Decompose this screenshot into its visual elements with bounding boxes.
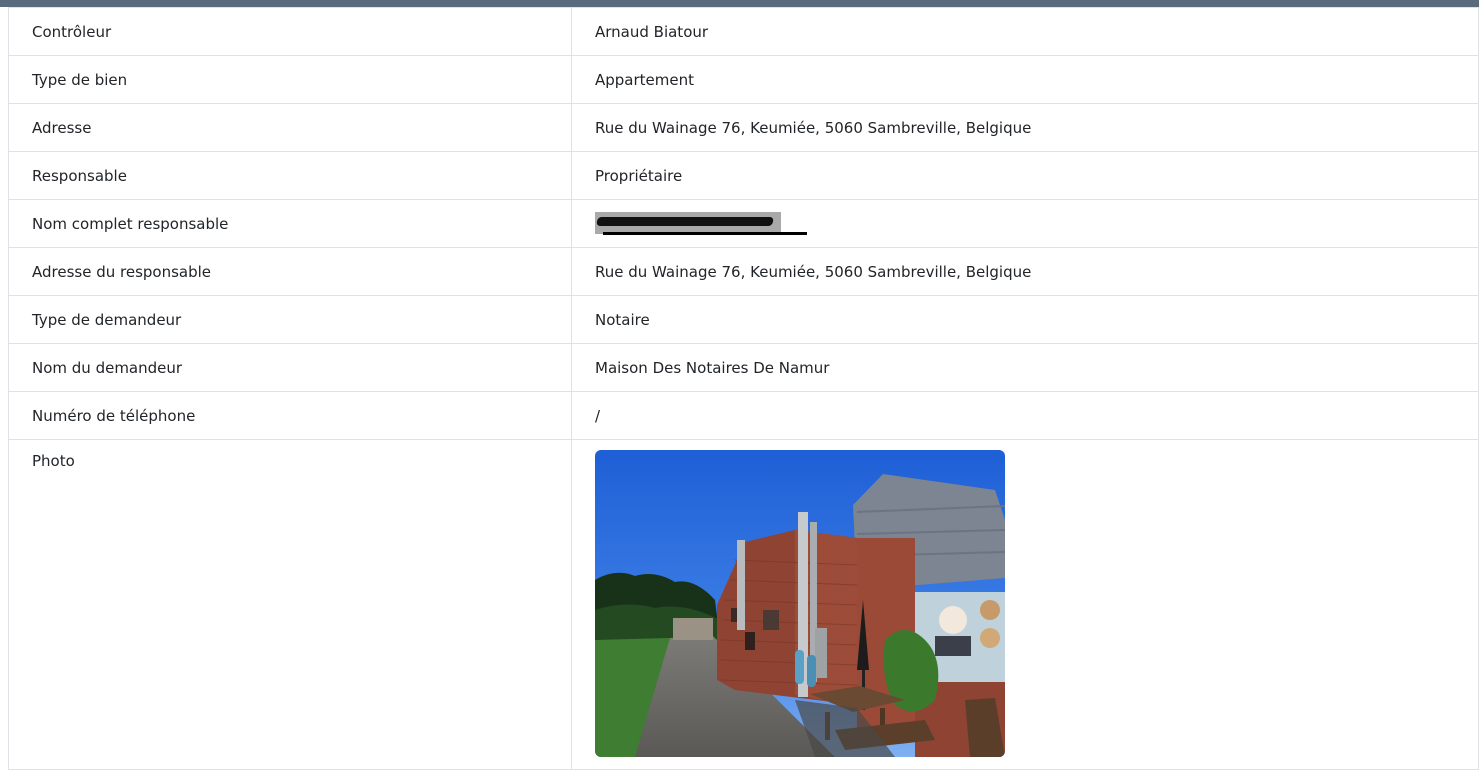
row-label-adresse-du-responsable: Adresse du responsable (8, 247, 572, 296)
property-photo[interactable] (595, 450, 1005, 757)
row-label-type-de-bien: Type de bien (8, 55, 572, 104)
row-value-type-de-demandeur: Notaire (571, 295, 1479, 344)
row-label-type-de-demandeur: Type de demandeur (8, 295, 572, 344)
row-value-numero-de-telephone: / (571, 391, 1479, 440)
row-value-nom-du-demandeur: Maison Des Notaires De Namur (571, 343, 1479, 392)
table-row: Numéro de téléphone / (8, 391, 1479, 440)
redacted-name-mark (595, 211, 807, 237)
table-row: Photo (8, 439, 1479, 770)
row-label-controleur: Contrôleur (8, 7, 572, 56)
top-bar (0, 0, 1479, 7)
row-value-photo (571, 439, 1479, 770)
row-value-adresse: Rue du Wainage 76, Keumiée, 5060 Sambrev… (571, 103, 1479, 152)
row-value-controleur: Arnaud Biatour (571, 7, 1479, 56)
row-label-nom-du-demandeur: Nom du demandeur (8, 343, 572, 392)
row-label-nom-complet-responsable: Nom complet responsable (8, 199, 572, 248)
row-label-adresse: Adresse (8, 103, 572, 152)
row-value-adresse-du-responsable: Rue du Wainage 76, Keumiée, 5060 Sambrev… (571, 247, 1479, 296)
row-value-type-de-bien: Appartement (571, 55, 1479, 104)
table-row: Adresse Rue du Wainage 76, Keumiée, 5060… (8, 103, 1479, 152)
details-table: Contrôleur Arnaud Biatour Type de bien A… (8, 7, 1479, 770)
table-row: Nom du demandeur Maison Des Notaires De … (8, 343, 1479, 392)
table-row: Type de demandeur Notaire (8, 295, 1479, 344)
row-value-nom-complet-responsable (571, 199, 1479, 248)
table-row: Responsable Propriétaire (8, 151, 1479, 200)
row-label-photo: Photo (8, 439, 572, 770)
row-label-numero-de-telephone: Numéro de téléphone (8, 391, 572, 440)
table-row: Contrôleur Arnaud Biatour (8, 7, 1479, 56)
row-value-responsable: Propriétaire (571, 151, 1479, 200)
row-label-responsable: Responsable (8, 151, 572, 200)
table-row: Type de bien Appartement (8, 55, 1479, 104)
table-row: Nom complet responsable (8, 199, 1479, 248)
table-row: Adresse du responsable Rue du Wainage 76… (8, 247, 1479, 296)
